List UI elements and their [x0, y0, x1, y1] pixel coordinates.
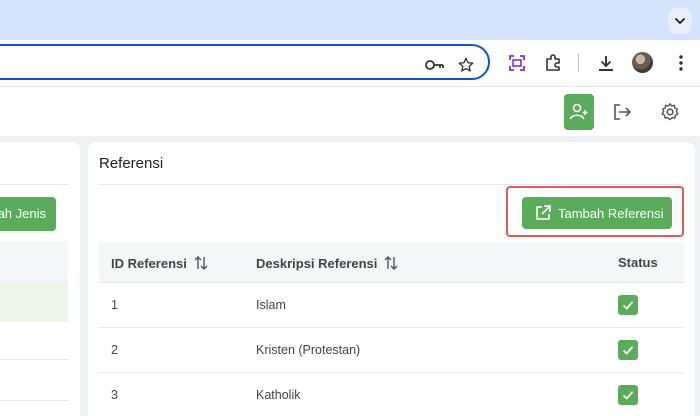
browser-toolbar	[0, 40, 700, 86]
tambah-referensi-label: Tambah Referensi	[558, 205, 664, 221]
left-row-divider	[0, 400, 68, 401]
table-row[interactable]: 2 Kristen (Protestan)	[99, 328, 684, 373]
check-icon	[622, 391, 634, 400]
more-vert-icon[interactable]	[670, 52, 692, 74]
app-header	[0, 86, 700, 136]
cell-deskripsi: Kristen (Protestan)	[256, 343, 361, 357]
table-row[interactable]: 3 Katholik	[99, 373, 684, 416]
logout-icon	[614, 104, 632, 120]
browser-tabstrip	[0, 0, 700, 40]
status-checkbox[interactable]	[618, 295, 638, 315]
download-icon[interactable]	[595, 52, 617, 74]
table-header: ID Referensi Deskripsi Referensi Status	[99, 242, 684, 283]
cell-deskripsi: Islam	[256, 298, 286, 312]
tambah-jenis-button[interactable]: ah Jenis	[0, 197, 56, 231]
column-header-deskripsi[interactable]: Deskripsi Referensi	[256, 255, 399, 271]
column-header-label: Deskripsi Referensi	[256, 255, 378, 271]
extensions-icon[interactable]	[542, 52, 564, 74]
check-icon	[622, 301, 634, 310]
table-row[interactable]: 1 Islam	[99, 283, 684, 328]
tambah-referensi-button[interactable]: Tambah Referensi	[522, 197, 672, 229]
sort-icon[interactable]	[383, 255, 399, 271]
column-header-label: Status	[618, 255, 658, 270]
settings-icon	[661, 103, 679, 121]
add-user-button[interactable]	[564, 94, 594, 130]
cell-deskripsi: Katholik	[256, 388, 301, 402]
card-title: Referensi	[99, 155, 164, 172]
tab-search-button[interactable]	[668, 8, 692, 34]
add-user-icon	[569, 103, 588, 120]
cell-id: 1	[111, 298, 118, 312]
status-checkbox[interactable]	[618, 385, 638, 405]
left-table-header	[0, 241, 68, 282]
cell-id: 2	[111, 343, 118, 357]
key-icon[interactable]	[425, 55, 445, 75]
card-divider	[99, 184, 683, 185]
star-icon[interactable]	[456, 55, 476, 75]
profile-avatar[interactable]	[632, 52, 653, 73]
screenshot-icon[interactable]	[506, 52, 528, 74]
sort-icon[interactable]	[193, 255, 209, 271]
left-row-divider	[0, 359, 68, 360]
external-link-icon	[536, 205, 551, 220]
column-header-id[interactable]: ID Referensi	[111, 255, 209, 271]
left-card-divider	[0, 184, 68, 185]
logout-button[interactable]	[607, 94, 637, 130]
chevron-down-icon	[675, 18, 685, 25]
column-header-status: Status	[618, 255, 658, 270]
check-icon	[622, 346, 634, 355]
address-bar[interactable]	[0, 44, 490, 80]
status-checkbox[interactable]	[618, 340, 638, 360]
column-header-label: ID Referensi	[111, 255, 187, 271]
left-table-row-selected[interactable]	[0, 282, 68, 322]
toolbar-separator	[578, 54, 579, 72]
cell-id: 3	[111, 388, 118, 402]
settings-button[interactable]	[655, 94, 685, 130]
